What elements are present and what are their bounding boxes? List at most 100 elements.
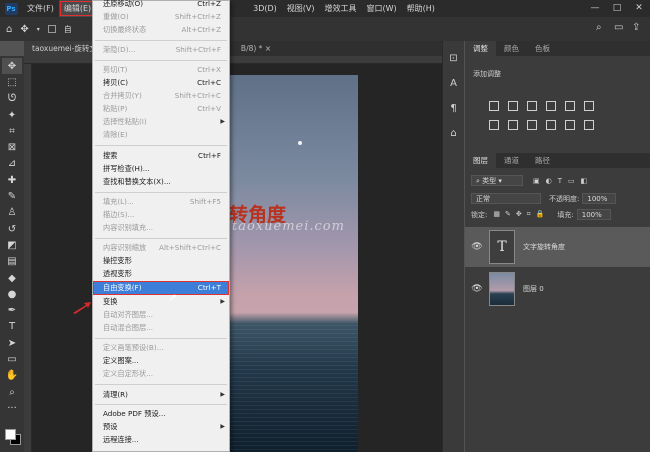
- tab-close-icon[interactable]: ×: [265, 44, 271, 53]
- menu-item-redo[interactable]: 重做(O) Shift+Ctrl+Z: [93, 10, 229, 24]
- glyphs-panel-icon[interactable]: ⌂: [450, 128, 456, 139]
- black-white-icon[interactable]: [508, 120, 518, 130]
- menu-view[interactable]: 视图(V): [282, 0, 320, 17]
- lasso-icon[interactable]: ᘎ: [2, 91, 22, 107]
- menu-item-content-aware-fill[interactable]: 内容识别填充...: [93, 221, 229, 235]
- brush-icon[interactable]: ✎: [2, 188, 22, 204]
- menu-item-presets[interactable]: 预设 ▶: [93, 420, 229, 434]
- crop-icon[interactable]: ⌗: [2, 123, 22, 139]
- hand-icon[interactable]: ✋: [2, 368, 22, 384]
- type-icon[interactable]: T: [2, 319, 22, 335]
- magic-wand-icon[interactable]: ✦: [2, 107, 22, 123]
- search-icon[interactable]: ⌕: [596, 22, 602, 33]
- menu-item-perspective-warp[interactable]: 透视变形: [93, 267, 229, 281]
- curves-icon[interactable]: [527, 101, 537, 111]
- menu-window[interactable]: 窗口(W): [362, 0, 402, 17]
- tab-document-status[interactable]: B/8) * ×: [232, 41, 280, 56]
- history-brush-icon[interactable]: ↺: [2, 221, 22, 237]
- menu-item-define-pattern[interactable]: 定义图案...: [93, 354, 229, 368]
- eyedropper-icon[interactable]: ⊿: [2, 156, 22, 172]
- tab-channels[interactable]: 通道: [496, 153, 527, 168]
- tab-paths[interactable]: 路径: [527, 153, 558, 168]
- menu-item-copy-merged[interactable]: 合并拷贝(Y) Shift+Ctrl+C: [93, 89, 229, 103]
- pen-icon[interactable]: ✒: [2, 302, 22, 318]
- channel-mixer-icon[interactable]: [546, 120, 556, 130]
- dodge-icon[interactable]: ●: [2, 286, 22, 302]
- tab-color[interactable]: 颜色: [496, 41, 527, 56]
- fill-input[interactable]: 100%: [576, 209, 611, 220]
- move-icon[interactable]: ✥: [2, 58, 22, 75]
- filter-icons[interactable]: ▣◐T▭◧: [533, 177, 593, 185]
- menu-edit[interactable]: 编辑(E): [58, 0, 97, 17]
- color-lookup-icon[interactable]: [565, 120, 575, 130]
- history-panel-icon[interactable]: ⊡: [449, 53, 457, 64]
- marquee-icon[interactable]: ⬚: [2, 74, 22, 90]
- minimize-icon[interactable]: —: [584, 0, 606, 17]
- move-tool-icon[interactable]: ✥: [20, 24, 28, 35]
- menu-plugins[interactable]: 增效工具: [320, 0, 362, 17]
- tab-adjustments[interactable]: 调整: [465, 41, 496, 56]
- workspace-icon[interactable]: ▭: [614, 22, 623, 33]
- menu-item-cut[interactable]: 剪切(T) Ctrl+X: [93, 63, 229, 77]
- stamp-icon[interactable]: ♙: [2, 205, 22, 221]
- foreground-color-swatch[interactable]: [5, 429, 16, 440]
- invert-icon[interactable]: [584, 120, 594, 130]
- gradient-icon[interactable]: ▤: [2, 254, 22, 270]
- menu-item-toggle-last-state[interactable]: 切换最终状态 Alt+Ctrl+Z: [93, 23, 229, 37]
- menu-item-stroke[interactable]: 描边(S)...: [93, 208, 229, 222]
- menu-item-clear[interactable]: 清除(E): [93, 128, 229, 142]
- menu-item-pdf-presets[interactable]: Adobe PDF 预设...: [93, 407, 229, 421]
- menu-item-puppet-warp[interactable]: 操控变形: [93, 254, 229, 268]
- brightness-icon[interactable]: [489, 101, 499, 111]
- blur-icon[interactable]: ◆: [2, 270, 22, 286]
- home-icon[interactable]: ⌂: [6, 24, 12, 35]
- levels-icon[interactable]: [508, 101, 518, 111]
- color-balance-icon[interactable]: [489, 120, 499, 130]
- menu-item-search[interactable]: 搜索 Ctrl+F: [93, 149, 229, 163]
- menu-item-fade[interactable]: 渐隐(D)... Shift+Ctrl+F: [93, 43, 229, 57]
- menu-item-define-shape[interactable]: 定义自定形状...: [93, 367, 229, 381]
- menu-item-find-replace[interactable]: 查找和替换文本(X)...: [93, 175, 229, 189]
- maximize-icon[interactable]: □: [606, 0, 628, 17]
- menu-item-free-transform[interactable]: 自由变换(F) Ctrl+T: [93, 281, 229, 295]
- frame-icon[interactable]: ⊠: [2, 139, 22, 155]
- menu-item-transform[interactable]: 变换 ▶: [93, 295, 229, 309]
- menu-item-purge[interactable]: 清理(R) ▶: [93, 388, 229, 402]
- chevron-down-icon[interactable]: ▾: [37, 26, 40, 33]
- eraser-icon[interactable]: ◩: [2, 237, 22, 253]
- vibrance-icon[interactable]: [565, 101, 575, 111]
- lock-icons[interactable]: ▦✎✥⌗🔒: [493, 210, 549, 219]
- rectangle-icon[interactable]: ▭: [2, 351, 22, 367]
- menu-item-content-aware-scale[interactable]: 内容识别缩放 Alt+Shift+Ctrl+C: [93, 241, 229, 255]
- menu-item-spell-check[interactable]: 拼写检查(H)...: [93, 162, 229, 176]
- menu-file[interactable]: 文件(F): [22, 0, 59, 17]
- menu-item-auto-blend[interactable]: 自动混合图层...: [93, 321, 229, 335]
- menu-item-fill[interactable]: 填充(L)... Shift+F5: [93, 195, 229, 209]
- character-panel-icon[interactable]: A: [450, 78, 457, 89]
- document-image[interactable]: [228, 75, 358, 452]
- photo-filter-icon[interactable]: [527, 120, 537, 130]
- blend-mode-select[interactable]: 正常: [471, 193, 541, 204]
- menu-3d[interactable]: 3D(D): [248, 0, 282, 17]
- close-icon[interactable]: ✕: [628, 0, 650, 17]
- menu-help[interactable]: 帮助(H): [402, 0, 440, 17]
- share-icon[interactable]: ⇪: [632, 22, 640, 33]
- layer-filter-select[interactable]: ⌕ 类型 ▾: [471, 175, 523, 186]
- menu-item-undo[interactable]: 还原移动(O) Ctrl+Z: [93, 0, 229, 11]
- hue-icon[interactable]: [584, 101, 594, 111]
- visibility-eye-icon[interactable]: 👁: [465, 284, 489, 294]
- layer-row-text[interactable]: 👁 T 文字旋转角度: [465, 227, 650, 267]
- menu-item-paste[interactable]: 粘贴(P) Ctrl+V: [93, 102, 229, 116]
- tab-layers[interactable]: 图层: [465, 153, 496, 168]
- exposure-icon[interactable]: [546, 101, 556, 111]
- paragraph-panel-icon[interactable]: ¶: [450, 103, 456, 114]
- opacity-input[interactable]: 100%: [582, 193, 617, 204]
- visibility-eye-icon[interactable]: 👁: [465, 242, 489, 252]
- layer-row-image[interactable]: 👁 图层 0: [465, 269, 650, 309]
- menu-item-paste-special[interactable]: 选择性粘贴(I) ▶: [93, 115, 229, 129]
- tab-swatches[interactable]: 色板: [527, 41, 558, 56]
- zoom-icon[interactable]: ⌕: [2, 384, 22, 400]
- menu-item-copy[interactable]: 拷贝(C) Ctrl+C: [93, 76, 229, 90]
- menu-item-remote-connections[interactable]: 远程连接...: [93, 433, 229, 447]
- path-select-icon[interactable]: ➤: [2, 335, 22, 351]
